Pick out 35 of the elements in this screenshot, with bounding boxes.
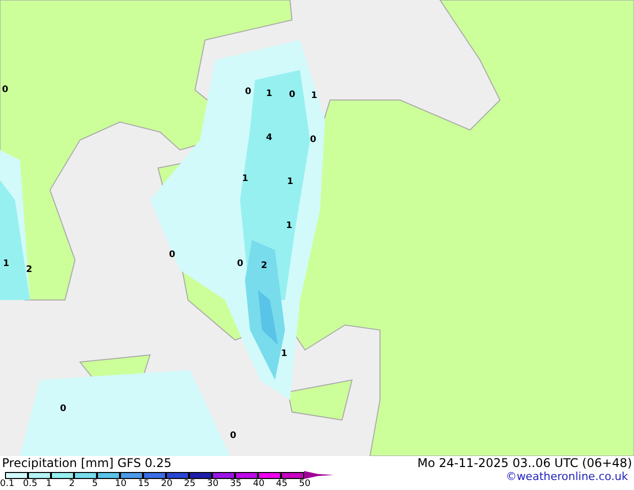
scale-tick-label: 2	[69, 479, 76, 489]
map-value-label: 0	[2, 85, 8, 95]
legend-title: Precipitation [mm] GFS 0.25	[2, 456, 172, 471]
credit-link[interactable]: ©weatheronline.co.uk	[506, 471, 634, 483]
scale-tick-label: 20	[161, 479, 174, 489]
scale-tick-label: 50	[299, 479, 310, 489]
scale-tick-label: 35	[230, 479, 242, 489]
scale-tick-label: 5	[92, 479, 99, 489]
scale-tick-label: 10	[115, 479, 128, 489]
map-value-label: 1	[286, 221, 292, 231]
map-value-label: 2	[261, 261, 268, 271]
scale-tick-label: 40	[253, 479, 266, 489]
map-value-label: 1	[281, 349, 288, 359]
scale-tick-label: 30	[207, 479, 220, 489]
scale-tick-label: 0.5	[23, 479, 38, 489]
map-value-label: 0	[230, 431, 236, 441]
map-value-label: 1	[3, 259, 10, 269]
map-value-label: 2	[26, 265, 32, 275]
map-value-label: 0	[245, 87, 252, 97]
map-value-label: 4	[266, 133, 272, 143]
map-value-label: 0	[237, 259, 244, 269]
scale-tick-label: 25	[184, 479, 196, 489]
map-value-label: 0	[310, 135, 316, 145]
valid-time: Mo 24-11-2025 03..06 UTC (06+48)	[417, 456, 632, 471]
map-value-label: 0	[60, 404, 66, 414]
scale-tick-label: 15	[138, 479, 150, 489]
map-value-label: 1	[266, 89, 272, 99]
map-value-label: 1	[287, 177, 294, 187]
map-value-label: 1	[242, 174, 248, 184]
map-value-label: 0	[169, 250, 176, 260]
map-value-label: 0	[289, 90, 296, 100]
scale-tick-label: 45	[276, 479, 288, 489]
scale-tick-label: 0.1	[0, 479, 16, 489]
scale-tick-label: 1	[46, 479, 53, 489]
map-value-label: 1	[311, 91, 318, 101]
